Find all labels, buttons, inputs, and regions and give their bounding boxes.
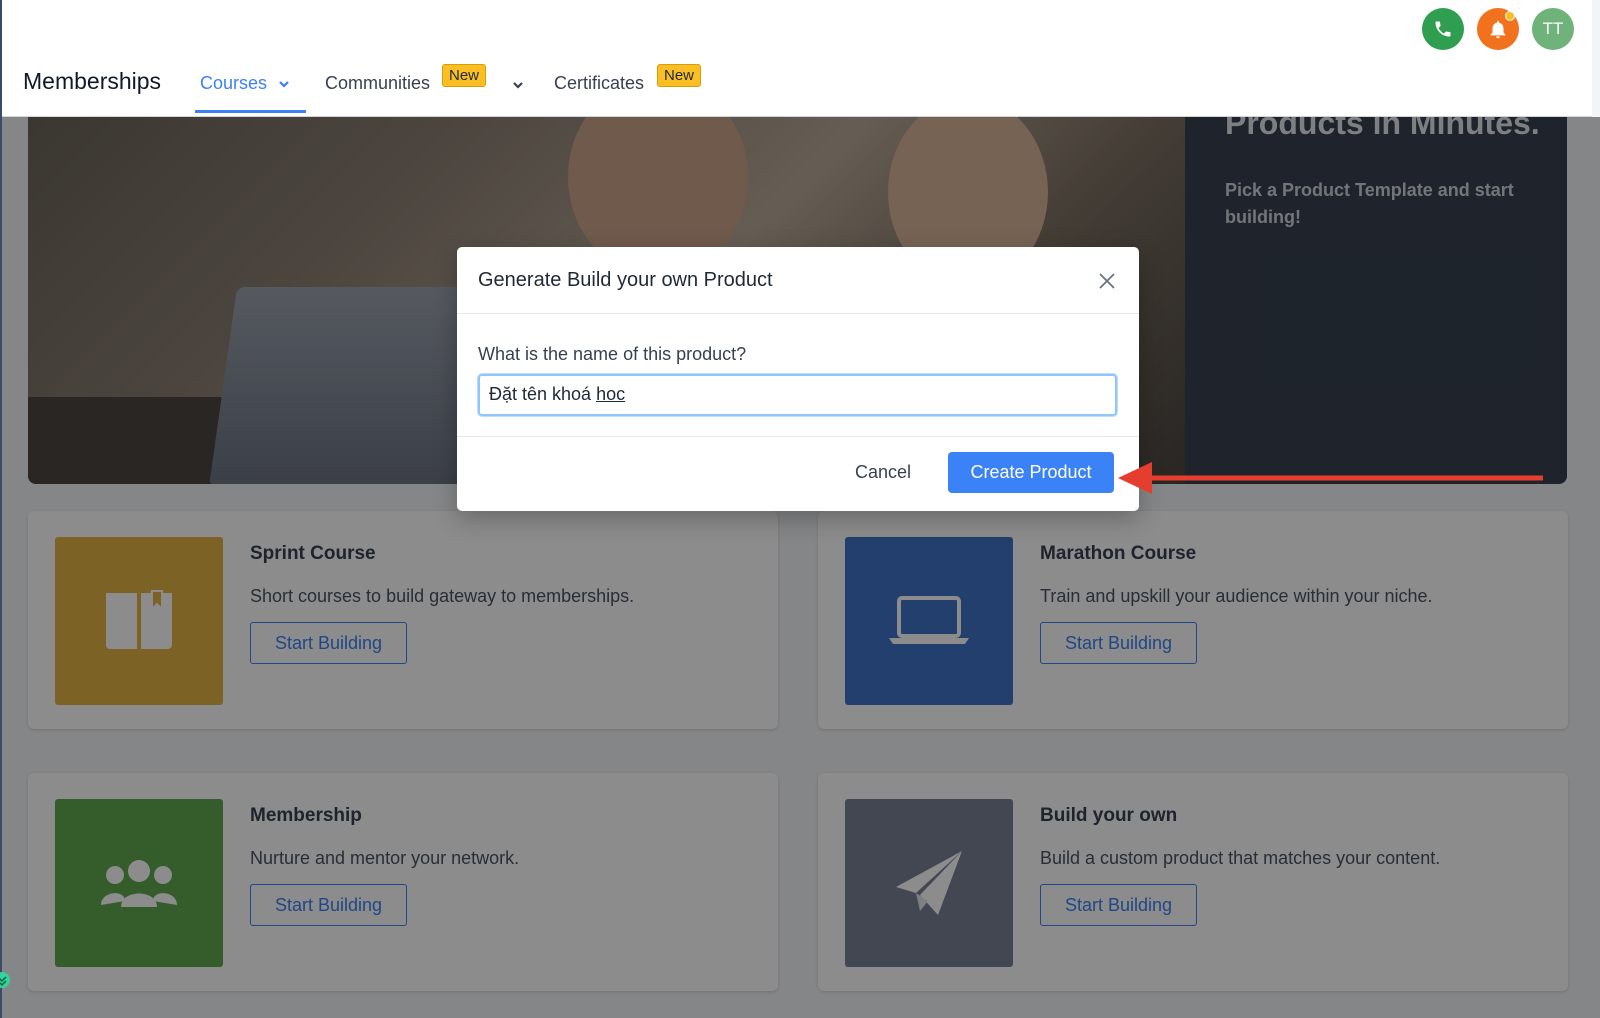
phone-icon [1435,21,1451,37]
brand-title: Memberships [23,68,162,94]
tab-communities[interactable]: Communities [325,73,430,94]
modal-header: Generate Build your own Product [457,247,1139,314]
chevron-down-icon [279,80,289,88]
annotation-arrow-icon [1118,462,1543,494]
active-tab-underline [195,110,306,113]
generate-product-modal: Generate Build your own Product What is … [457,247,1139,511]
resize-handle-icon[interactable] [0,970,12,990]
tab-courses-label: Courses [200,73,268,93]
window-left-edge [0,0,2,1018]
bell-icon [1490,20,1506,39]
chevron-down-icon[interactable] [511,78,525,92]
top-header: Memberships Courses Communities New Cert… [0,0,1592,117]
close-icon[interactable] [1097,271,1117,291]
create-product-button[interactable]: Create Product [948,452,1114,493]
new-badge: New [442,64,487,87]
modal-body: What is the name of this product? Đặt tê… [457,314,1139,437]
tab-communities-label: Communities [325,73,431,93]
phone-button[interactable] [1422,8,1464,50]
avatar[interactable]: TT [1532,8,1574,50]
new-badge: New [657,64,702,87]
modal-footer: Cancel Create Product [457,437,1139,510]
product-name-input[interactable] [478,374,1117,416]
notifications-button[interactable] [1477,8,1519,50]
modal-title: Generate Build your own Product [478,269,773,291]
tab-certificates[interactable]: Certificates [554,73,644,94]
cancel-button[interactable]: Cancel [845,451,921,493]
notification-dot [1505,11,1515,21]
tab-courses[interactable]: Courses [200,73,291,94]
product-name-label: What is the name of this product? [478,344,747,364]
tab-certificates-label: Certificates [554,73,645,93]
avatar-initials: TT [1542,19,1564,38]
